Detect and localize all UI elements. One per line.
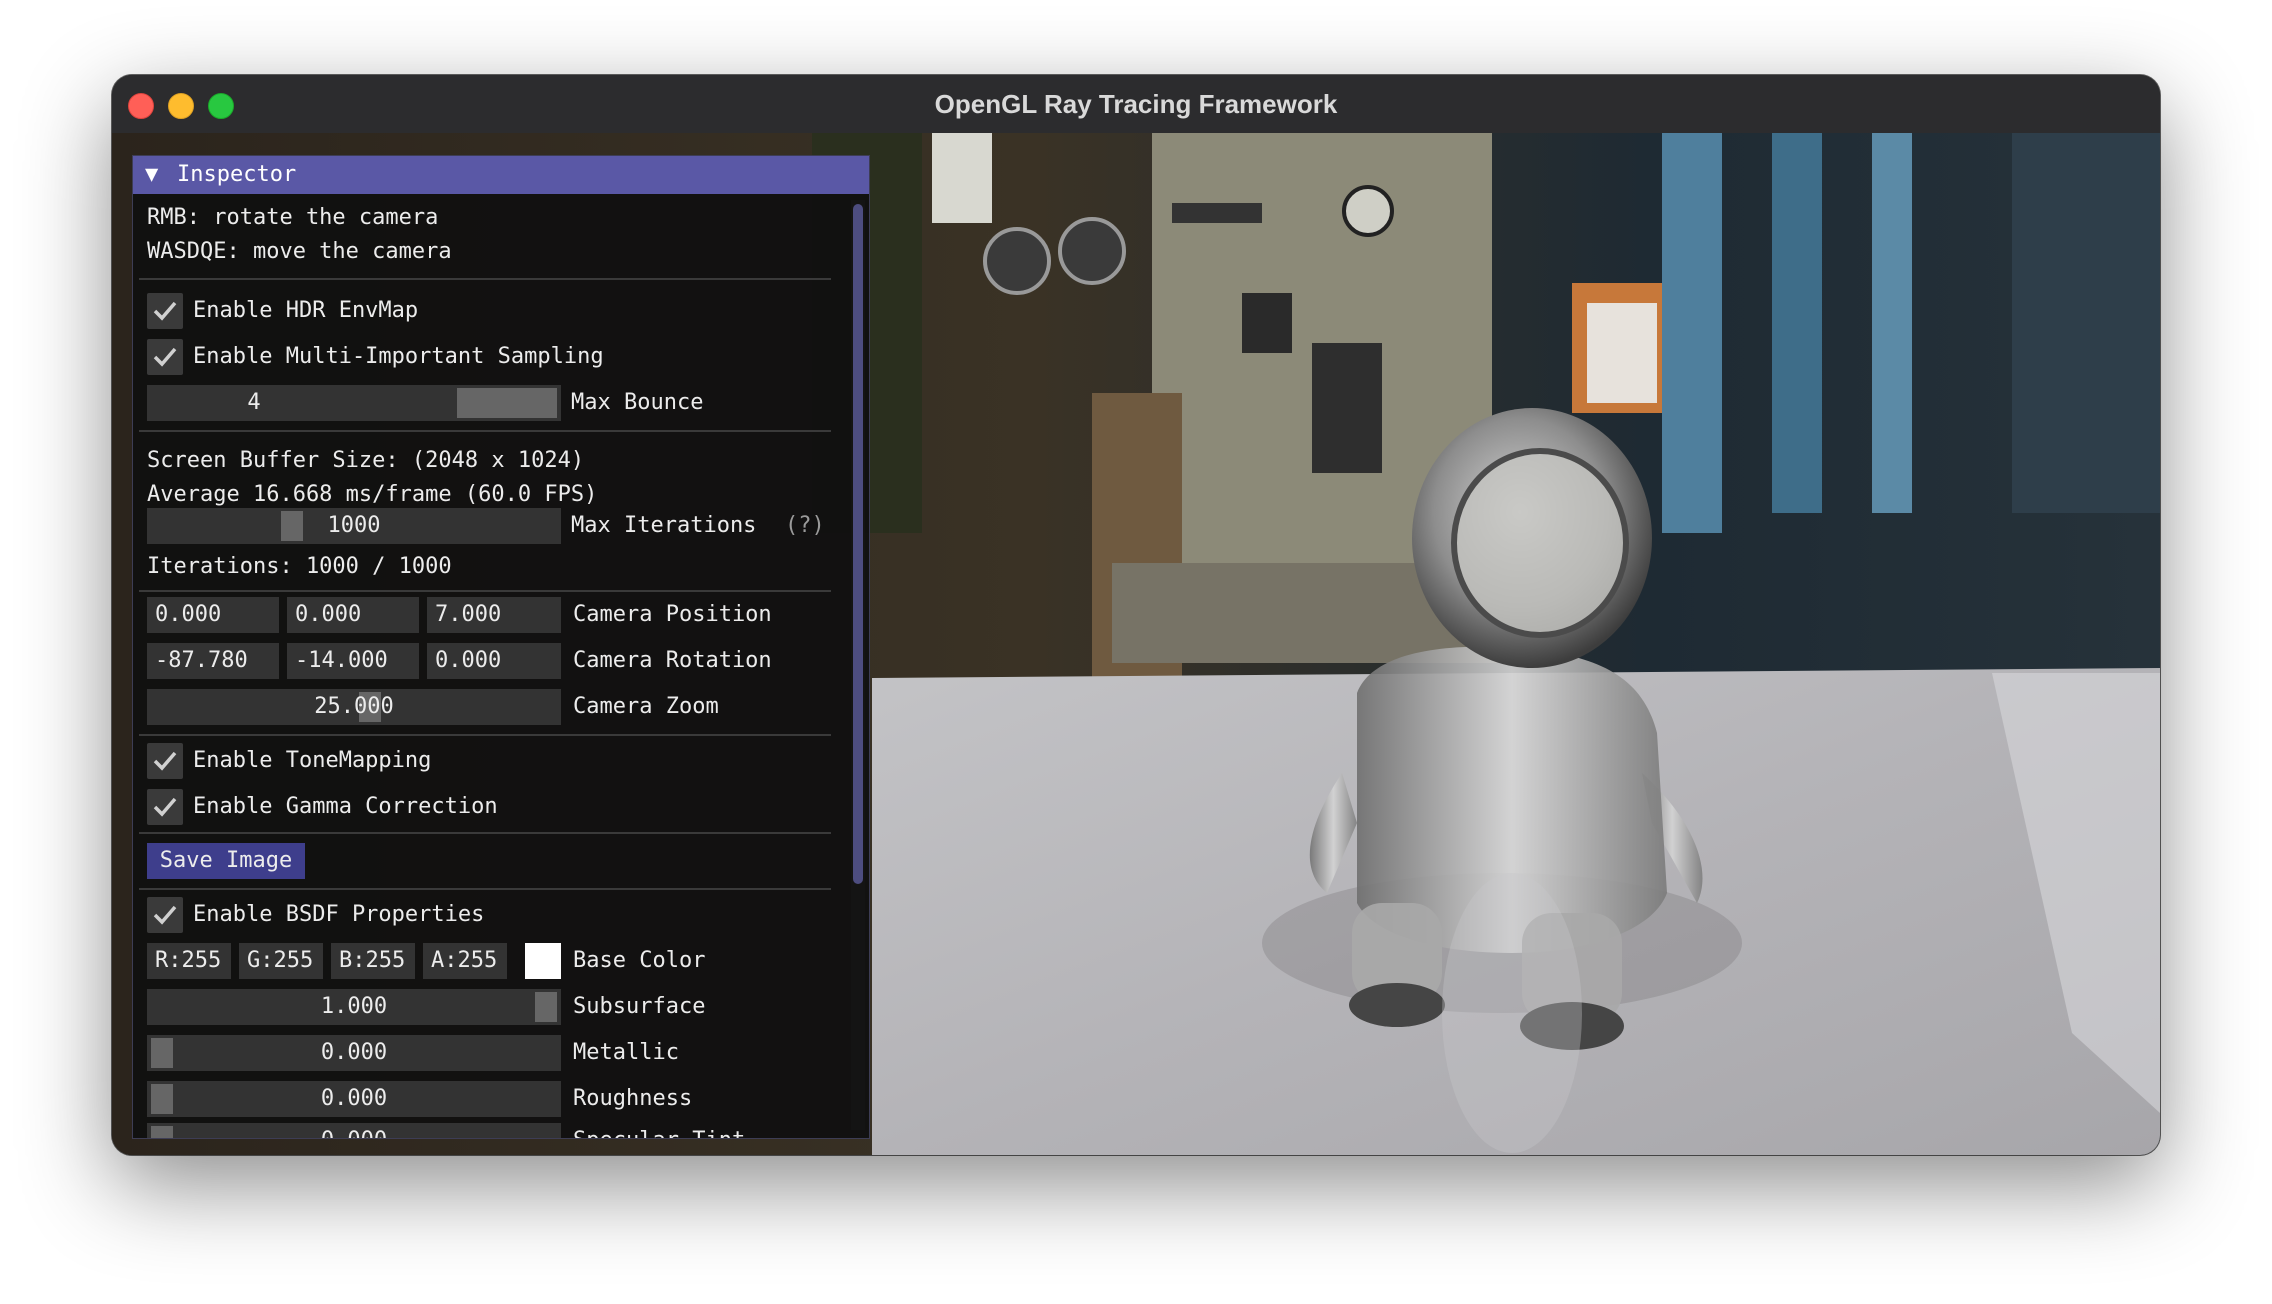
inspector-panel[interactable]: ▼ Inspector RMB: rotate the camera WASDQ… [132, 155, 870, 1139]
checkmark-icon [153, 797, 177, 817]
field-value: 0.000 [295, 602, 362, 627]
help-move-text: WASDQE: move the camera [147, 239, 452, 264]
field-value: 0.000 [435, 648, 502, 673]
separator [139, 888, 831, 890]
gamma-correction-label: Enable Gamma Correction [193, 794, 498, 819]
base-color-r-field[interactable]: R:255 [147, 943, 231, 979]
specular-tint-label: Specular Tint [573, 1123, 745, 1138]
roughness-slider[interactable]: 0.000 [147, 1081, 561, 1117]
save-image-label: Save Image [159, 848, 293, 873]
camera-rotation-z-field[interactable]: 0.000 [427, 643, 561, 679]
screen-buffer-text: Screen Buffer Size: (2048 x 1024) [147, 448, 585, 473]
iterations-text: Iterations: 1000 / 1000 [147, 554, 452, 579]
average-frame-text: Average 16.668 ms/frame (60.0 FPS) [147, 482, 598, 507]
base-color-label: Base Color [573, 948, 706, 973]
base-color-a-field[interactable]: A:255 [423, 943, 507, 979]
field-value: -14.000 [295, 648, 388, 673]
camera-zoom-value: 25.000 [314, 694, 394, 719]
max-iterations-slider[interactable]: 1000 [147, 508, 561, 544]
inspector-scrollbar[interactable] [851, 200, 865, 1130]
base-color-b-field[interactable]: B:255 [331, 943, 415, 979]
hdr-envmap-checkbox[interactable] [147, 293, 183, 329]
field-value: R:255 [155, 948, 222, 973]
title-bar: OpenGL Ray Tracing Framework [112, 75, 2160, 134]
subsurface-value: 1.000 [320, 994, 388, 1019]
window-title: OpenGL Ray Tracing Framework [934, 89, 1338, 119]
base-color-swatch[interactable] [525, 943, 561, 979]
subsurface-label: Subsurface [573, 994, 706, 1019]
field-value: A:255 [431, 948, 498, 973]
bsdf-label: Enable BSDF Properties [193, 902, 485, 927]
inspector-header[interactable]: ▼ Inspector [133, 156, 869, 194]
collapse-triangle-icon[interactable]: ▼ [145, 160, 158, 190]
roughness-value: 0.000 [320, 1086, 388, 1111]
camera-position-x-field[interactable]: 0.000 [147, 597, 279, 633]
field-value: -87.780 [155, 648, 248, 673]
metallic-label: Metallic [573, 1040, 679, 1065]
bsdf-checkbox[interactable] [147, 897, 183, 933]
checkmark-icon [153, 347, 177, 367]
field-value: G:255 [247, 948, 314, 973]
metallic-value: 0.000 [320, 1040, 388, 1065]
camera-zoom-slider[interactable]: 25.000 [147, 689, 561, 725]
camera-position-y-field[interactable]: 0.000 [287, 597, 419, 633]
max-iterations-value: 1000 [327, 513, 381, 538]
max-iterations-label: Max Iterations [571, 513, 757, 538]
mis-label: Enable Multi-Important Sampling [193, 344, 604, 369]
camera-rotation-label: Camera Rotation [573, 648, 772, 673]
metallic-slider[interactable]: 0.000 [147, 1035, 561, 1071]
separator [139, 278, 831, 280]
help-rotate-text: RMB: rotate the camera [147, 205, 439, 230]
tonemapping-checkbox[interactable] [147, 743, 183, 779]
render-viewport[interactable]: ▼ Inspector RMB: rotate the camera WASDQ… [112, 133, 2160, 1155]
separator [139, 430, 831, 432]
checkmark-icon [153, 751, 177, 771]
camera-zoom-label: Camera Zoom [573, 694, 719, 719]
gamma-correction-checkbox[interactable] [147, 789, 183, 825]
base-color-g-field[interactable]: G:255 [239, 943, 323, 979]
app-window: OpenGL Ray Tracing Framework ▼ Inspector… [112, 75, 2160, 1155]
hdr-envmap-label: Enable HDR EnvMap [193, 298, 419, 323]
checkmark-icon [153, 301, 177, 321]
subsurface-slider[interactable]: 1.000 [147, 989, 561, 1025]
roughness-label: Roughness [573, 1086, 693, 1111]
separator [139, 832, 831, 834]
max-bounce-slider[interactable]: 4 [147, 385, 561, 421]
field-value: 0.000 [155, 602, 222, 627]
separator [139, 734, 831, 736]
camera-rotation-y-field[interactable]: -14.000 [287, 643, 419, 679]
field-value: 7.000 [435, 602, 502, 627]
camera-rotation-x-field[interactable]: -87.780 [147, 643, 279, 679]
camera-position-label: Camera Position [573, 602, 772, 627]
scrollbar-thumb[interactable] [853, 204, 863, 884]
specular-tint-slider[interactable]: 0.000 [147, 1123, 561, 1138]
camera-position-z-field[interactable]: 7.000 [427, 597, 561, 633]
save-image-button[interactable]: Save Image [147, 843, 305, 879]
inspector-title: Inspector [177, 162, 297, 187]
mis-checkbox[interactable] [147, 339, 183, 375]
slider-grab[interactable] [457, 388, 557, 418]
separator [139, 590, 831, 592]
max-bounce-label: Max Bounce [571, 390, 704, 415]
help-marker[interactable]: (?) [785, 508, 825, 544]
tonemapping-label: Enable ToneMapping [193, 748, 432, 773]
specular-tint-value: 0.000 [147, 1123, 561, 1138]
max-bounce-value: 4 [247, 390, 261, 415]
checkmark-icon [153, 905, 177, 925]
field-value: B:255 [339, 948, 406, 973]
